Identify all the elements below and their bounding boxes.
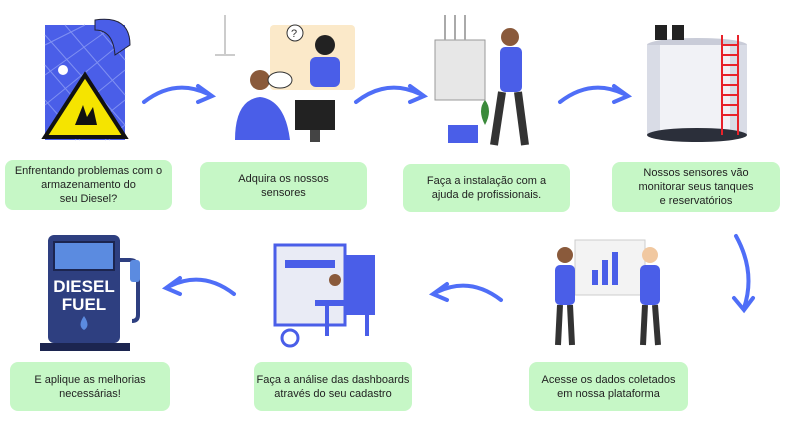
diesel-fuel-pump-illustration: DIESEL FUEL xyxy=(40,235,140,351)
step-box-3: Faça a instalação com a ajuda de profiss… xyxy=(403,164,570,212)
dashboard-analysis-illustration xyxy=(273,243,375,348)
arrow-step5-to-step6 xyxy=(428,282,503,302)
svg-text:?: ? xyxy=(291,28,297,40)
step-box-4: Nossos sensores vão monitorar seus tanqu… xyxy=(612,162,780,212)
step-box-2: Adquira os nossos sensores xyxy=(200,162,367,210)
step-box-6: Faça a análise das dashboards através do… xyxy=(254,362,412,411)
pump-label-diesel: DIESEL xyxy=(53,277,114,296)
storage-tank-illustration xyxy=(647,25,747,142)
arrow-step4-to-step5 xyxy=(732,234,755,314)
arrow-step1-to-step2 xyxy=(142,84,217,104)
arrow-step2-to-step3 xyxy=(354,84,429,104)
arrow-step3-to-step4 xyxy=(558,84,633,104)
pump-label-fuel: FUEL xyxy=(62,295,106,314)
step-box-1: Enfrentando problemas com o armazenament… xyxy=(5,160,172,210)
step-box-7: E aplique as melhorias necessárias! xyxy=(10,362,170,411)
arrow-step6-to-step7 xyxy=(161,276,236,296)
support-agent-illustration: ? xyxy=(215,15,355,142)
data-platform-illustration xyxy=(555,239,661,346)
technician-installation-illustration xyxy=(434,15,529,146)
step-box-5: Acesse os dados coletados em nossa plata… xyxy=(529,362,688,411)
diesel-barrel-hazard-illustration xyxy=(41,18,131,141)
